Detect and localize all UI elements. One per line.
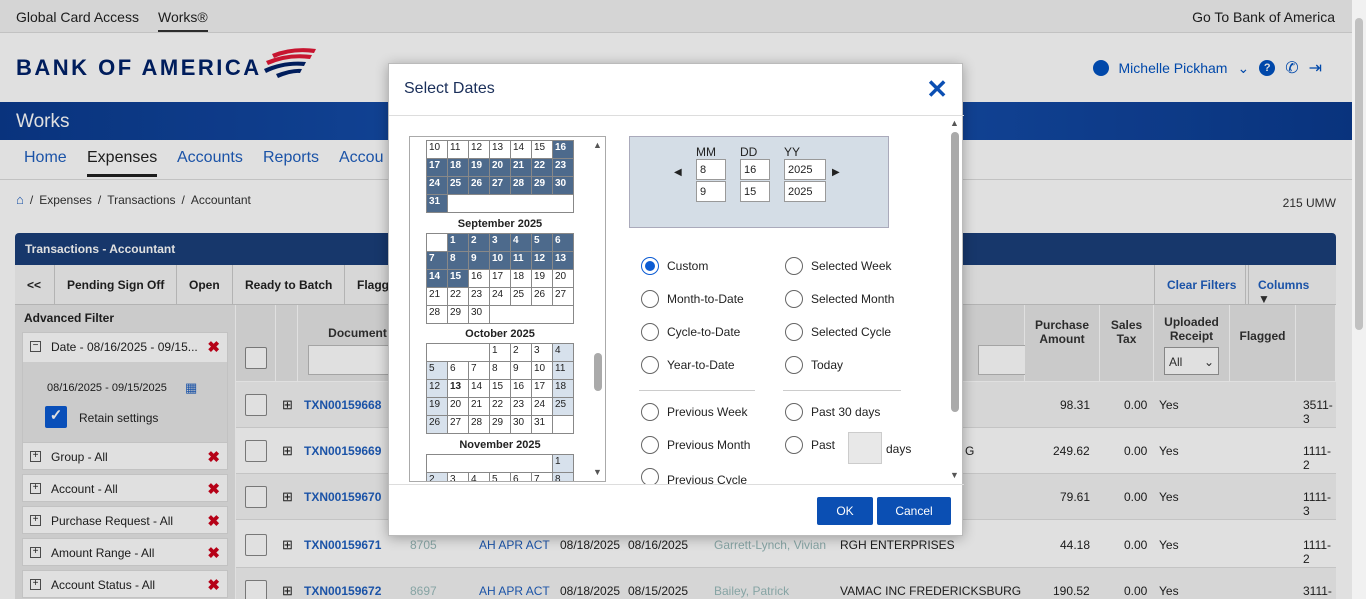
option-year-to-date[interactable]: Year-to-Date	[641, 356, 735, 374]
past-days-input[interactable]	[848, 432, 882, 464]
divider	[783, 390, 901, 391]
close-icon[interactable]: ✕	[926, 74, 948, 105]
option-month-to-date[interactable]: Month-to-Date	[641, 290, 744, 308]
to-month-input[interactable]: 9	[696, 181, 726, 202]
calendar-october: 1234 5 6 7 8 9 10 11 12 13 14 15 16 17 18 19 20 21 22 23…	[426, 343, 574, 434]
next-arrow-icon[interactable]: ▶	[832, 167, 840, 178]
month-label: September 2025	[457, 218, 543, 230]
days-label: days	[886, 442, 912, 456]
option-previous-week[interactable]: Previous Week	[641, 403, 747, 421]
option-previous-month[interactable]: Previous Month	[641, 436, 750, 454]
calendar-august: 10 11 12 13 14 15 16 17 18 19 20 21 22 23 24 25 26 27 28…	[426, 140, 574, 213]
calendar-list[interactable]: 10 11 12 13 14 15 16 17 18 19 20 21 22 23 24 25 26 27 28…	[409, 136, 606, 482]
select-dates-dialog: Select Dates ✕ 10 11 12 13 14 15 16 17 18 19 20 21…	[388, 63, 964, 536]
option-selected-week[interactable]: Selected Week	[785, 257, 892, 275]
prev-arrow-icon[interactable]: ◀	[674, 167, 682, 178]
option-selected-cycle[interactable]: Selected Cycle	[785, 323, 891, 341]
month-label: October 2025	[465, 328, 535, 340]
cancel-button[interactable]: Cancel	[877, 497, 951, 525]
month-label: November 2025	[459, 439, 541, 451]
calendar-november: 1 2345678	[426, 454, 574, 481]
divider	[389, 115, 964, 116]
dialog-scrollbar[interactable]: ▲ ▼	[948, 116, 962, 484]
from-day-input[interactable]: 16	[740, 159, 770, 180]
to-day-input[interactable]: 15	[740, 181, 770, 202]
date-entry-form: MM DD YY ◀ 8 16 2025 ▶ 9 15 2025	[629, 136, 889, 228]
option-previous-cycle[interactable]: Previous Cycle	[641, 468, 747, 484]
from-month-input[interactable]: 8	[696, 159, 726, 180]
option-cycle-to-date[interactable]: Cycle-to-Date	[641, 323, 740, 341]
option-today[interactable]: Today	[785, 356, 843, 374]
calendar-scrollbar[interactable]: ▲ ▼	[590, 137, 605, 481]
to-year-input[interactable]: 2025	[784, 181, 826, 202]
from-year-input[interactable]: 2025	[784, 159, 826, 180]
page-scrollbar-thumb[interactable]	[1355, 18, 1363, 330]
option-past-30-days[interactable]: Past 30 days	[785, 403, 880, 421]
divider	[639, 390, 755, 391]
option-selected-month[interactable]: Selected Month	[785, 290, 894, 308]
calendar-september: 123456 7 8 9 10 11 12 13 14 15 16 17 18 19 20 21 22 23…	[426, 233, 574, 324]
dialog-title: Select Dates	[404, 80, 495, 97]
option-custom[interactable]: Custom	[641, 257, 708, 275]
ok-button[interactable]: OK	[817, 497, 873, 525]
divider	[389, 484, 964, 485]
option-past-days[interactable]: Past	[785, 436, 835, 454]
